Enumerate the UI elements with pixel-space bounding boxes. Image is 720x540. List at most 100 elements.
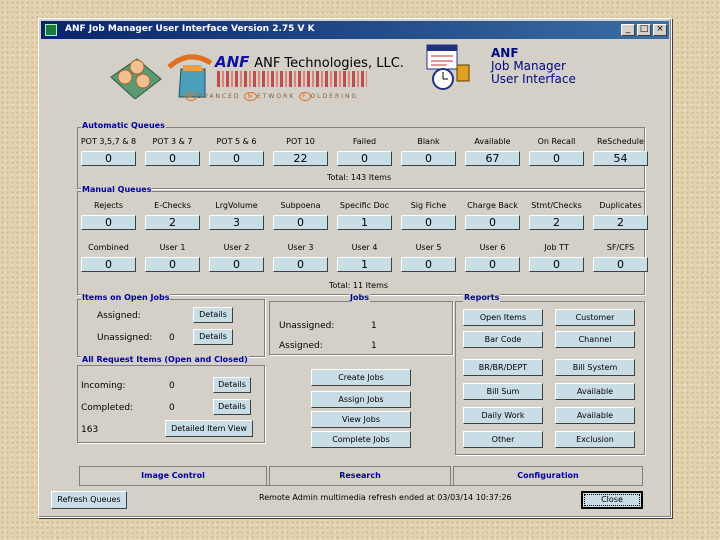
open-jobs-label: Items on Open Jobs xyxy=(81,293,171,302)
manual-queue-label: Job TT xyxy=(544,243,569,252)
manual-queue-label: E-Checks xyxy=(154,201,191,210)
right-report-button[interactable]: Exclusion xyxy=(555,431,635,448)
minimize-button[interactable]: _ xyxy=(621,24,635,36)
auto-queue-label: POT 3,5,7 & 8 xyxy=(80,137,137,146)
jobs-unassigned-value: 1 xyxy=(371,321,377,331)
auto-queue-label: POT 3 & 7 xyxy=(152,137,193,146)
manual-queue-label: User 1 xyxy=(159,243,186,252)
auto-queue-count-box[interactable]: 22 xyxy=(273,151,328,166)
manual-queue-label: Charge Back xyxy=(467,201,518,210)
create-jobs-button[interactable]: Create Jobs xyxy=(311,369,411,386)
manual-queue-label: SF/CFS xyxy=(606,243,635,252)
job-manager-icon xyxy=(425,43,473,91)
auto-queue-label: Failed xyxy=(352,137,377,146)
company-name: ANF Technologies, LLC. xyxy=(254,56,404,71)
auto-queue-label: Blank xyxy=(417,137,440,146)
manual-queue-label: User 5 xyxy=(415,243,442,252)
manual-queue-label: Duplicates xyxy=(599,201,642,210)
manual-queue-count-box[interactable]: 0 xyxy=(465,257,520,272)
auto-queue-count-box[interactable]: 0 xyxy=(337,151,392,166)
app-icon xyxy=(45,24,57,36)
auto-queue-label: POT 10 xyxy=(286,137,315,146)
auto-queue-count-box[interactable]: 0 xyxy=(529,151,584,166)
completed-label: Completed: xyxy=(81,403,134,413)
manual-queue-label: User 4 xyxy=(351,243,378,252)
close-button[interactable]: Close xyxy=(581,491,643,509)
left-report-button[interactable]: Bar Code xyxy=(463,331,543,348)
manual-queue-count-box[interactable]: 0 xyxy=(81,215,136,230)
tab-image-control[interactable]: Image Control xyxy=(79,466,267,486)
manual-queue-count-box[interactable]: 0 xyxy=(401,215,456,230)
manual-queue-count-box[interactable]: 0 xyxy=(273,215,328,230)
reports-label: Reports xyxy=(463,293,501,302)
status-text: Remote Admin multimedia refresh ended at… xyxy=(259,493,512,502)
manual-queue-count-box[interactable]: 0 xyxy=(145,257,200,272)
right-report-button[interactable]: Channel xyxy=(555,331,635,348)
automatic-queues-total: Total: 143 Items xyxy=(327,173,392,182)
auto-queue-count-box[interactable]: 0 xyxy=(145,151,200,166)
close-window-button[interactable]: × xyxy=(653,24,667,36)
right-report-button[interactable]: Customer xyxy=(555,309,635,326)
manual-queue-count-box[interactable]: 0 xyxy=(593,257,648,272)
auto-queue-label: ReSchedule xyxy=(597,137,644,146)
manual-queue-count-box[interactable]: 1 xyxy=(337,215,392,230)
jobs-unassigned-label: Unassigned: xyxy=(279,321,335,331)
jobs-assigned-label: Assigned: xyxy=(279,341,323,351)
anf-wordmark: ANF xyxy=(215,53,250,71)
manual-queue-count-box[interactable]: 0 xyxy=(465,215,520,230)
left-report-button[interactable]: Daily Work xyxy=(463,407,543,424)
right-report-button[interactable]: Available xyxy=(555,407,635,424)
manual-queue-label: User 2 xyxy=(223,243,250,252)
tab-strip-line xyxy=(79,485,643,486)
manual-queue-label: Rejects xyxy=(94,201,123,210)
auto-queue-label: On Recall xyxy=(537,137,576,146)
auto-queue-count-box[interactable]: 54 xyxy=(593,151,648,166)
assigned-details-button[interactable]: Details xyxy=(193,307,233,323)
request-count: 163 xyxy=(81,425,99,435)
right-report-button[interactable]: Bill System xyxy=(555,359,635,376)
manual-queue-count-box[interactable]: 0 xyxy=(401,257,456,272)
auto-queue-label: POT 5 & 6 xyxy=(216,137,257,146)
manual-queue-count-box[interactable]: 2 xyxy=(529,215,584,230)
manual-queue-count-box[interactable]: 3 xyxy=(209,215,264,230)
incoming-details-button[interactable]: Details xyxy=(213,377,251,393)
completed-details-button[interactable]: Details xyxy=(213,399,251,415)
title-bar[interactable]: ANF Job Manager User Interface Version 2… xyxy=(41,21,669,39)
tab-configuration[interactable]: Configuration xyxy=(453,466,643,486)
view-jobs-button[interactable]: View Jobs xyxy=(311,411,411,428)
auto-queue-count-box[interactable]: 0 xyxy=(81,151,136,166)
unassigned-details-button[interactable]: Details xyxy=(193,329,233,345)
tab-research[interactable]: Research xyxy=(269,466,451,486)
auto-queue-label: Available xyxy=(474,137,511,146)
decorative-stripe xyxy=(217,71,367,87)
unassigned-label: Unassigned: xyxy=(97,333,153,343)
product-title-ui: User Interface xyxy=(491,72,576,86)
manual-queue-count-box[interactable]: 0 xyxy=(209,257,264,272)
maximize-button[interactable]: □ xyxy=(637,24,651,36)
window-title: ANF Job Manager User Interface Version 2… xyxy=(65,24,315,34)
detailed-item-view-button[interactable]: Detailed Item View xyxy=(165,420,253,437)
manual-queue-count-box[interactable]: 2 xyxy=(145,215,200,230)
auto-queue-count-box[interactable]: 0 xyxy=(209,151,264,166)
manual-queue-label: Combined xyxy=(88,243,129,252)
manual-queues-total: Total: 11 Items xyxy=(329,281,389,290)
left-report-button[interactable]: Open Items xyxy=(463,309,543,326)
all-requests-label: All Request Items (Open and Closed) xyxy=(81,355,249,364)
manual-queue-label: Sig Fiche xyxy=(410,201,447,210)
manual-queue-count-box[interactable]: 1 xyxy=(337,257,392,272)
complete-jobs-button[interactable]: Complete Jobs xyxy=(311,431,411,448)
assign-jobs-button[interactable]: Assign Jobs xyxy=(311,391,411,408)
manual-queue-count-box[interactable]: 0 xyxy=(529,257,584,272)
left-report-button[interactable]: Other xyxy=(463,431,543,448)
auto-queue-count-box[interactable]: 67 xyxy=(465,151,520,166)
manual-queue-count-box[interactable]: 0 xyxy=(273,257,328,272)
manual-queues-label: Manual Queues xyxy=(81,185,153,194)
left-report-button[interactable]: BR/BR/DEPT xyxy=(463,359,543,376)
refresh-queues-button[interactable]: Refresh Queues xyxy=(51,491,127,509)
completed-value: 0 xyxy=(169,403,175,413)
auto-queue-count-box[interactable]: 0 xyxy=(401,151,456,166)
manual-queue-count-box[interactable]: 2 xyxy=(593,215,648,230)
left-report-button[interactable]: Bill Sum xyxy=(463,383,543,400)
manual-queue-count-box[interactable]: 0 xyxy=(81,257,136,272)
right-report-button[interactable]: Available xyxy=(555,383,635,400)
